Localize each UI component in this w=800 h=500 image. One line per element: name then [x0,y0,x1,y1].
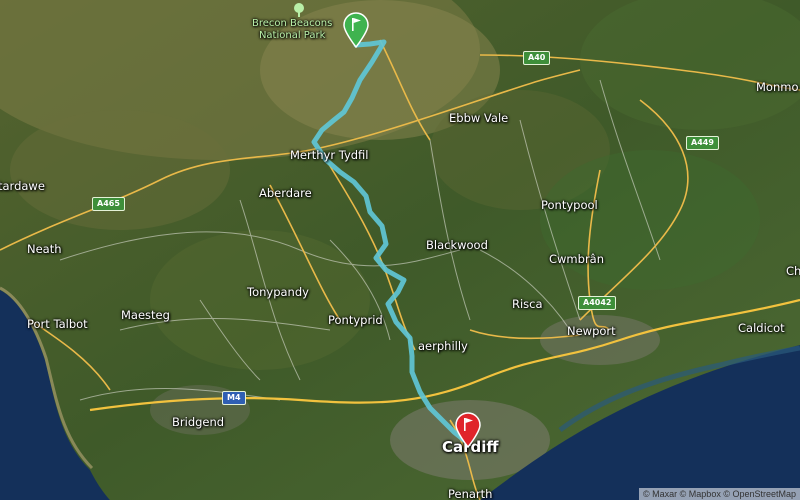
road-shield-a4042: A4042 [578,296,617,310]
place-label-penarth: Penarth [448,487,493,500]
road-shield-a40: A40 [523,51,551,65]
map-terrain [0,0,800,500]
road-shield-a449: A449 [686,136,719,150]
start-marker[interactable] [343,12,369,48]
place-label-caldicot: Caldicot [738,321,785,335]
place-label-ch: Ch [786,264,800,278]
place-label-bridgend: Bridgend [172,415,225,429]
tree-icon [294,3,304,17]
place-label-porttalbot: Port Talbot [27,317,88,331]
place-label-cwmbran: Cwmbrân [549,252,605,266]
place-label-newport: Newport [567,324,616,338]
place-label-neath: Neath [27,242,62,256]
place-label-pontypridd: Pontyprid [328,313,383,327]
place-label-pontypool: Pontypool [541,198,598,212]
place-label-tonypandy: Tonypandy [247,285,309,299]
park-label-line2: National Park [258,30,326,41]
map-attribution[interactable]: © Maxar © Mapbox © OpenStreetMap [639,488,800,500]
place-label-risca: Risca [512,297,543,311]
map-view[interactable]: Brecon Beacons National Park Merthyr Tyd… [0,0,800,500]
place-label-ebbw: Ebbw Vale [449,111,509,125]
park-label-line1: Brecon Beacons [252,18,333,29]
end-marker[interactable] [455,412,481,448]
park-label: Brecon Beacons National Park [252,18,332,42]
place-label-maesteg: Maesteg [121,308,170,322]
place-label-blackwood: Blackwood [426,238,488,252]
place-label-merthyr: Merthyr Tydfil [290,148,369,162]
place-label-caerphilly: aerphilly [418,339,468,353]
road-shield-a465: A465 [92,197,125,211]
place-label-aberdare: Aberdare [259,186,312,200]
place-label-monmouth: Monmo [756,80,799,94]
road-shield-m4: M4 [222,391,246,405]
place-label-tardawe: tardawe [0,179,45,193]
